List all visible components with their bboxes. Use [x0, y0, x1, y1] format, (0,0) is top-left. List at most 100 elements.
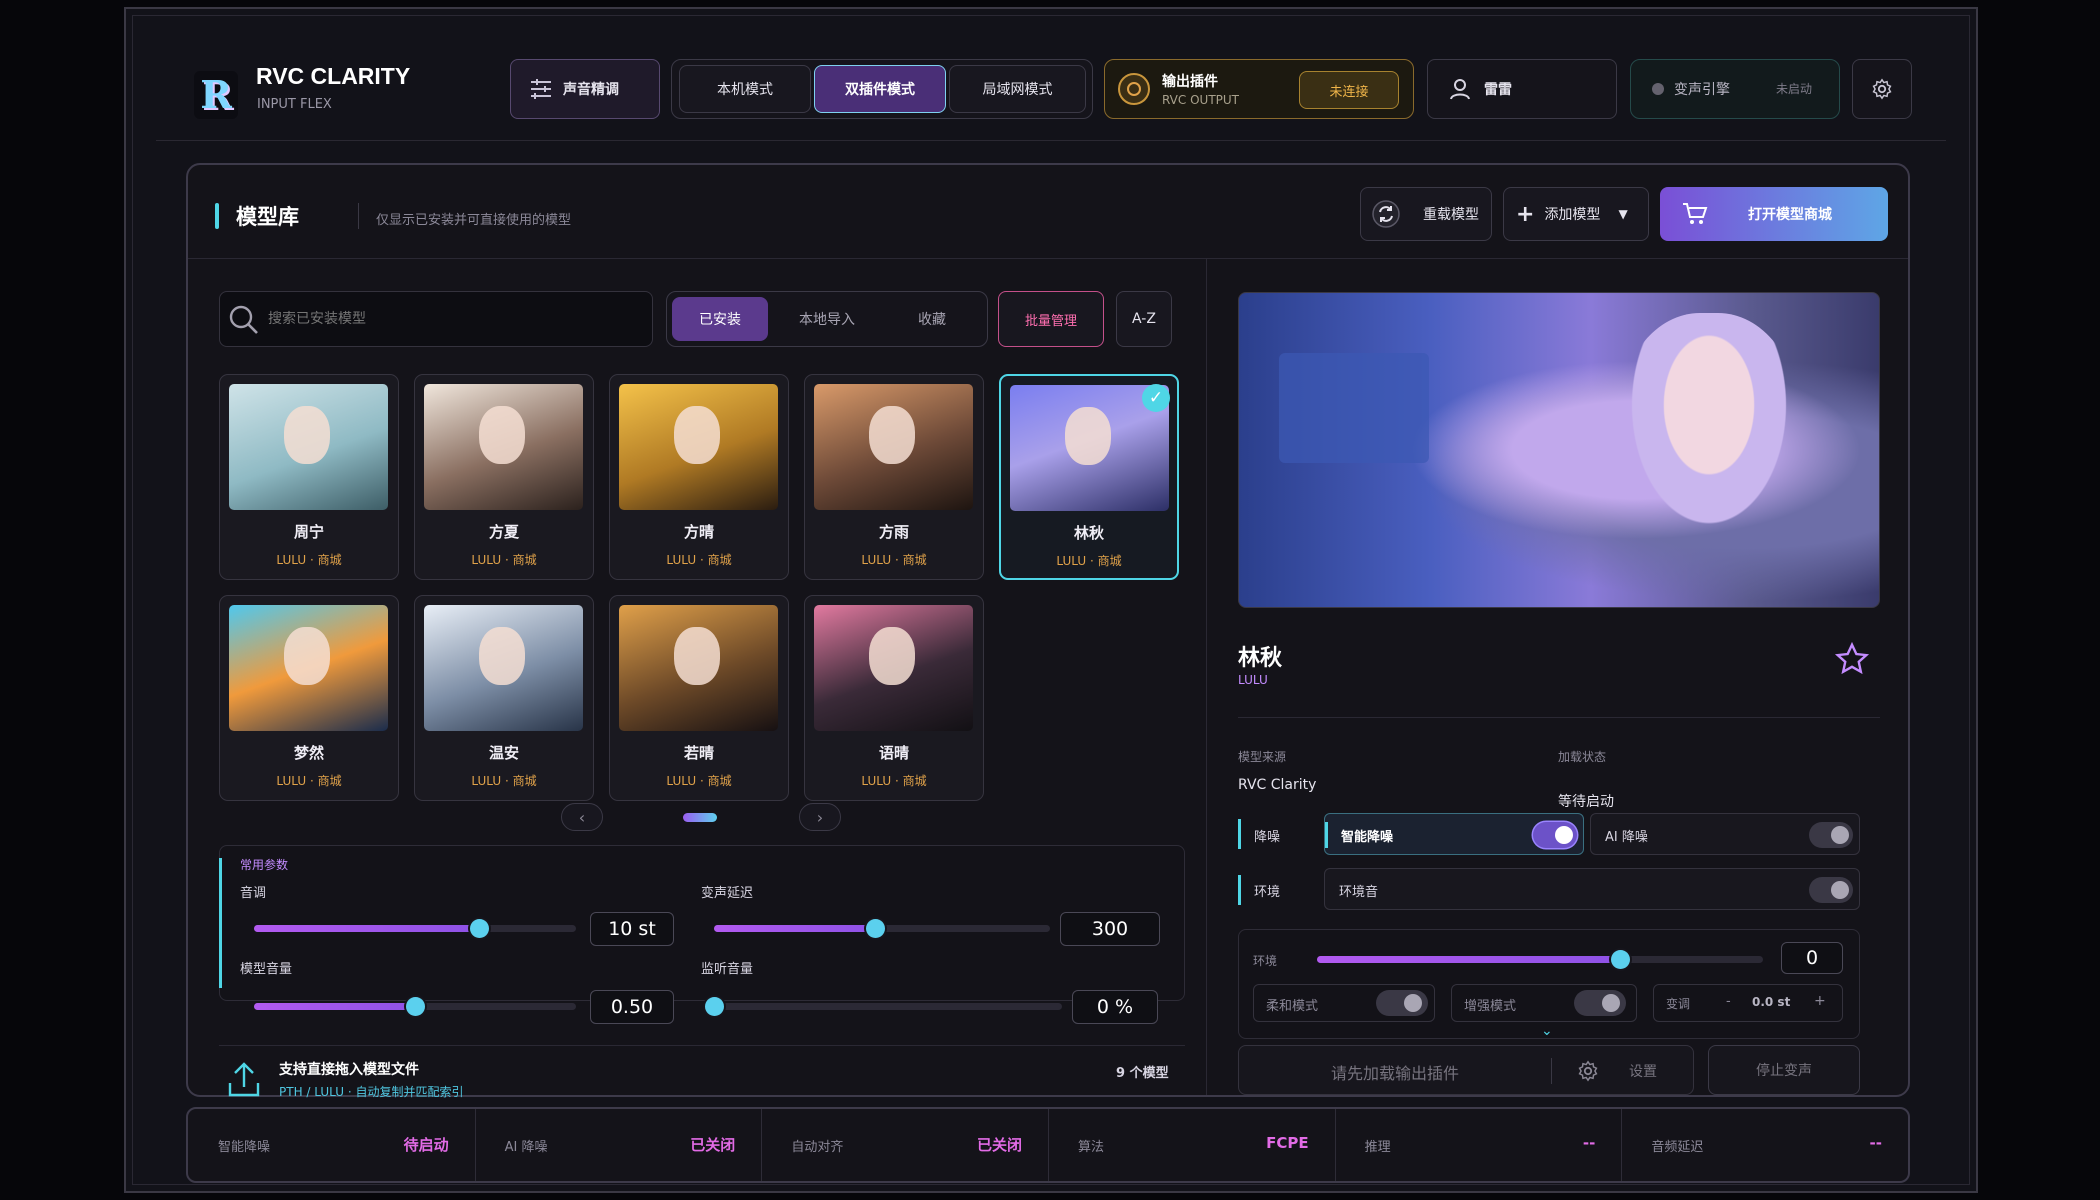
voice-tune-button[interactable]: 声音精调 — [510, 59, 660, 119]
boost-mode-option[interactable]: 增强模式 — [1451, 984, 1637, 1022]
source-label: 模型来源 — [1238, 750, 1287, 764]
ai-denoise-toggle[interactable] — [1809, 822, 1853, 848]
monitor-volume-slider-knob[interactable] — [705, 997, 724, 1016]
model-name: 方夏 — [488, 524, 519, 541]
soft-mode-option[interactable]: 柔和模式 — [1253, 984, 1435, 1022]
model-avatar-image — [424, 605, 583, 731]
tab-local-import[interactable]: 本地导入 — [774, 297, 880, 341]
env-sound-toggle[interactable] — [1809, 877, 1853, 903]
transpose-control: 变调 - 0.0 st + — [1653, 984, 1843, 1022]
status-value: 待启动 — [403, 1136, 449, 1154]
settings-gear-icon — [1578, 1060, 1598, 1082]
status-value: -- — [1582, 1134, 1596, 1152]
pitch-value[interactable]: 10 st — [590, 912, 674, 946]
env-label: 环境 — [1254, 885, 1281, 900]
status-label: 自动对齐 — [791, 1140, 844, 1155]
open-store-button[interactable]: 打开模型商城 — [1660, 187, 1888, 241]
delay-slider[interactable] — [714, 919, 1050, 938]
model-card[interactable]: 方夏 LULU · 商城 — [414, 374, 594, 580]
model-card[interactable]: 梦然 LULU · 商城 — [219, 595, 399, 801]
dropzone-title: 支持直接拖入模型文件 — [279, 1062, 419, 1078]
monitor-volume-slider[interactable] — [705, 997, 1062, 1016]
stop-voice-change-button[interactable]: 停止变声 — [1708, 1045, 1860, 1095]
page-indicator — [683, 813, 717, 822]
settings-button[interactable] — [1852, 59, 1912, 119]
status-label: AI 降噪 — [504, 1140, 548, 1155]
sort-button[interactable]: A-Z — [1116, 291, 1172, 347]
engine-status-text: 未启动 — [1776, 82, 1813, 96]
model-card[interactable]: 方雨 LULU · 商城 — [804, 374, 984, 580]
model-card[interactable]: 若晴 LULU · 商城 — [609, 595, 789, 801]
plugin-connect-status-button[interactable]: 未连接 — [1299, 71, 1399, 109]
model-card[interactable]: 语晴 LULU · 商城 — [804, 595, 984, 801]
env-value[interactable]: 0 — [1781, 942, 1843, 974]
plugin-status-icon — [1118, 73, 1150, 105]
mode-lan-button[interactable]: 局域网模式 — [949, 65, 1086, 113]
title-accent-bar — [215, 203, 219, 229]
model-card[interactable]: 周宁 LULU · 商城 — [219, 374, 399, 580]
boost-mode-toggle[interactable] — [1574, 990, 1626, 1016]
env-sound-option[interactable]: 环境音 — [1324, 868, 1860, 910]
user-button[interactable]: 雷雷 — [1427, 59, 1617, 119]
search-input[interactable] — [268, 300, 638, 338]
selected-check-icon: ✓ — [1142, 384, 1170, 412]
transpose-label: 变调 — [1666, 997, 1691, 1011]
load-state-label: 加载状态 — [1558, 750, 1607, 764]
transpose-plus-button[interactable]: + — [1814, 993, 1826, 1009]
add-model-button[interactable]: + 添加模型 ▼ — [1503, 187, 1649, 241]
favorite-star-icon[interactable] — [1834, 641, 1870, 677]
settings-label: 设置 — [1629, 1064, 1657, 1080]
monitor-volume-label: 监听音量 — [701, 962, 754, 977]
model-meta: LULU · 商城 — [861, 774, 927, 788]
app-logo: R — [194, 71, 238, 119]
prev-page-button[interactable]: ‹ — [561, 803, 603, 831]
search-icon — [229, 305, 258, 334]
delay-value[interactable]: 300 — [1060, 912, 1160, 946]
env-slider[interactable] — [1317, 950, 1763, 969]
denoise-label: 降噪 — [1254, 830, 1281, 845]
model-volume-label: 模型音量 — [240, 962, 293, 977]
mode-local-button[interactable]: 本机模式 — [679, 65, 811, 113]
soft-mode-toggle[interactable] — [1376, 990, 1428, 1016]
batch-manage-button[interactable]: 批量管理 — [998, 291, 1104, 347]
ai-denoise-option[interactable]: AI 降噪 — [1590, 813, 1860, 855]
pitch-slider-knob[interactable] — [470, 919, 490, 938]
chevron-down-icon: ▼ — [1618, 207, 1628, 221]
model-card[interactable]: 温安 LULU · 商城 — [414, 595, 594, 801]
reload-label: 重载模型 — [1423, 207, 1479, 223]
plus-icon: + — [1516, 201, 1535, 227]
transpose-value: 0.0 st — [1752, 995, 1791, 1009]
model-volume-slider[interactable] — [254, 997, 576, 1016]
smart-denoise-toggle[interactable] — [1533, 822, 1577, 848]
tab-installed[interactable]: 已安装 — [672, 297, 768, 341]
model-name: 周宁 — [293, 524, 324, 541]
env-slider-knob[interactable] — [1611, 950, 1631, 969]
upload-icon[interactable] — [228, 1061, 260, 1097]
status-value: 已关闭 — [976, 1136, 1022, 1154]
expand-chevron-icon[interactable]: ⌄ — [1541, 1023, 1553, 1039]
status-value: 已关闭 — [690, 1136, 736, 1154]
detail-preview-image — [1238, 292, 1880, 608]
model-volume-slider-knob[interactable] — [406, 997, 425, 1016]
env-slider-label: 环境 — [1253, 954, 1278, 968]
model-volume-value[interactable]: 0.50 — [590, 990, 674, 1024]
load-plugin-button[interactable]: 请先加载输出插件 设置 — [1238, 1045, 1694, 1095]
smart-denoise-option[interactable]: 智能降噪 — [1324, 813, 1584, 855]
mode-dual-plugin-button[interactable]: 双插件模式 — [814, 65, 946, 113]
next-page-button[interactable]: › — [799, 803, 841, 831]
sliders-icon — [531, 79, 551, 99]
model-name: 语晴 — [878, 745, 909, 762]
reload-models-button[interactable]: 重载模型 — [1360, 187, 1492, 241]
model-meta: LULU · 商城 — [471, 774, 537, 788]
model-card[interactable]: 林秋 LULU · 商城 ✓ — [999, 374, 1179, 580]
tab-favorites[interactable]: 收藏 — [882, 297, 982, 341]
monitor-volume-value[interactable]: 0 % — [1072, 990, 1158, 1024]
load-state-value: 等待启动 — [1558, 794, 1614, 810]
pitch-slider[interactable] — [254, 919, 576, 938]
model-meta: LULU · 商城 — [276, 774, 342, 788]
search-box[interactable] — [219, 291, 653, 347]
delay-slider-knob[interactable] — [866, 919, 886, 938]
model-card[interactable]: 方晴 LULU · 商城 — [609, 374, 789, 580]
transpose-minus-button[interactable]: - — [1726, 994, 1731, 1009]
params-panel: 常用参数 音调 10 st 变声延迟 300 模型音量 0.50 监听音量 0 … — [219, 845, 1185, 1024]
